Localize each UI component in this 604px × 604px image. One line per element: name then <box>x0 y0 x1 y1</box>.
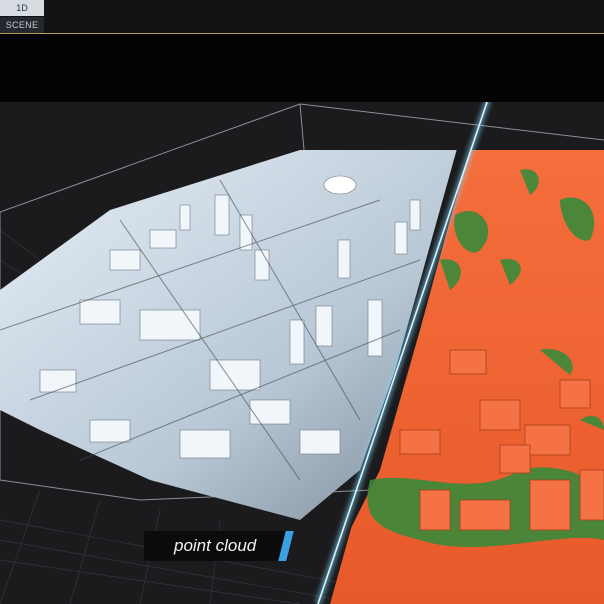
point-cloud-viewport[interactable] <box>0 102 604 604</box>
tab-scene[interactable]: SCENE <box>0 17 44 33</box>
tab-1d[interactable]: 1D <box>0 0 44 16</box>
viewport-header-band <box>0 34 604 102</box>
caption-label: point cloud <box>174 536 257 555</box>
toolbar: 1D SCENE <box>0 0 604 34</box>
